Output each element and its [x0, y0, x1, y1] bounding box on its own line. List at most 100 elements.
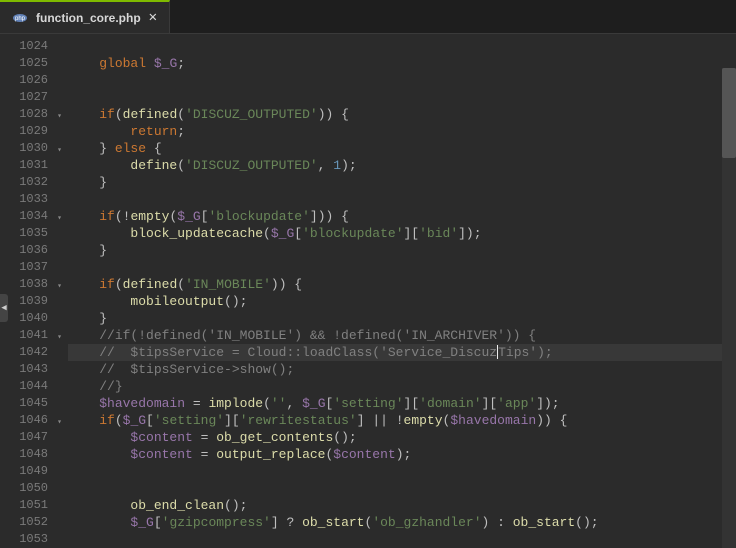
token: ,	[286, 396, 302, 411]
code-line[interactable]: block_updatecache($_G['blockupdate']['bi…	[68, 225, 736, 242]
token	[146, 56, 154, 71]
file-tab[interactable]: php function_core.php ✕	[0, 0, 170, 33]
token: $content	[130, 447, 192, 462]
code-line[interactable]: }	[68, 174, 736, 191]
token: $_G	[123, 413, 146, 428]
code-area[interactable]: global $_G; if(defined('DISCUZ_OUTPUTED'…	[68, 34, 736, 548]
token	[68, 158, 130, 173]
php-file-icon: php	[12, 10, 28, 26]
token: $havedomain	[450, 413, 536, 428]
token: (	[263, 396, 271, 411]
token: 'blockupdate'	[302, 226, 403, 241]
code-line[interactable]	[68, 531, 736, 548]
code-line[interactable]: if(!empty($_G['blockupdate'])) {	[68, 208, 736, 225]
code-line[interactable]: $_G['gzipcompress'] ? ob_start('ob_gzhan…	[68, 514, 736, 531]
panel-collapse-handle[interactable]: ◀	[0, 294, 8, 322]
token: )) {	[318, 107, 349, 122]
code-line[interactable]: return;	[68, 123, 736, 140]
code-line[interactable]: global $_G;	[68, 55, 736, 72]
code-line[interactable]: define('DISCUZ_OUTPUTED', 1);	[68, 157, 736, 174]
token: $_G	[130, 515, 153, 530]
token: {	[146, 141, 162, 156]
tab-bar: php function_core.php ✕	[0, 0, 736, 34]
token: $content	[333, 447, 395, 462]
token	[68, 277, 99, 292]
code-line[interactable]	[68, 463, 736, 480]
code-line[interactable]	[68, 480, 736, 497]
token: 'rewritestatus'	[240, 413, 357, 428]
token: ][	[404, 396, 420, 411]
token: ,	[318, 158, 334, 173]
code-line[interactable]: // $tipsService->show();	[68, 361, 736, 378]
line-number: 1051	[0, 497, 68, 514]
token: ''	[271, 396, 287, 411]
token: [	[294, 226, 302, 241]
code-line[interactable]: if(defined('IN_MOBILE')) {	[68, 276, 736, 293]
line-number: 1029	[0, 123, 68, 140]
code-line[interactable]	[68, 72, 736, 89]
code-line[interactable]	[68, 191, 736, 208]
token: return	[130, 124, 177, 139]
line-number: 1041▾	[0, 327, 68, 344]
token: 'blockupdate'	[208, 209, 309, 224]
code-line[interactable]: //}	[68, 378, 736, 395]
line-number: 1025	[0, 55, 68, 72]
token	[68, 226, 130, 241]
code-line[interactable]: //if(!defined('IN_MOBILE') && !defined('…	[68, 327, 736, 344]
line-number: 1048	[0, 446, 68, 463]
token	[68, 362, 99, 377]
token: ] || !	[357, 413, 404, 428]
token: =	[185, 396, 208, 411]
token: // $tipsService->show();	[99, 362, 294, 377]
token: defined	[123, 277, 178, 292]
code-line[interactable]: ob_end_clean();	[68, 497, 736, 514]
code-line[interactable]: $havedomain = implode('', $_G['setting']…	[68, 395, 736, 412]
line-number: 1035	[0, 225, 68, 242]
token	[68, 328, 99, 343]
code-line[interactable]: }	[68, 242, 736, 259]
code-line[interactable]: } else {	[68, 140, 736, 157]
token: if	[99, 277, 115, 292]
line-number: 1033	[0, 191, 68, 208]
token: //}	[99, 379, 122, 394]
token: $_G	[154, 56, 177, 71]
close-icon[interactable]: ✕	[149, 9, 157, 26]
token: }	[68, 311, 107, 326]
token: $_G	[302, 396, 325, 411]
token: mobileoutput	[130, 294, 224, 309]
token: ;	[177, 124, 185, 139]
code-line[interactable]: if($_G['setting']['rewritestatus'] || !e…	[68, 412, 736, 429]
line-number: 1052	[0, 514, 68, 531]
token: 'IN_MOBILE'	[185, 277, 271, 292]
code-line[interactable]: $content = ob_get_contents();	[68, 429, 736, 446]
code-line[interactable]: }	[68, 310, 736, 327]
code-line[interactable]: mobileoutput();	[68, 293, 736, 310]
token: else	[115, 141, 146, 156]
token: define	[130, 158, 177, 173]
token: 'ob_gzhandler'	[372, 515, 481, 530]
token	[68, 413, 99, 428]
code-line[interactable]: $content = output_replace($content);	[68, 446, 736, 463]
line-number: 1046▾	[0, 412, 68, 429]
line-number: 1037	[0, 259, 68, 276]
token: 'gzipcompress'	[162, 515, 271, 530]
token: }	[68, 243, 107, 258]
token	[68, 124, 130, 139]
code-line[interactable]: if(defined('DISCUZ_OUTPUTED')) {	[68, 106, 736, 123]
code-line[interactable]	[68, 38, 736, 55]
token: empty	[404, 413, 443, 428]
code-line[interactable]	[68, 259, 736, 276]
token: (!	[115, 209, 131, 224]
svg-text:php: php	[15, 16, 26, 22]
code-line[interactable]	[68, 89, 736, 106]
token: (	[177, 277, 185, 292]
token: // $tipsService = Cloud::loadClass('Serv…	[99, 345, 497, 360]
vertical-scrollbar[interactable]	[722, 68, 736, 548]
token: $_G	[177, 209, 200, 224]
line-number: 1036	[0, 242, 68, 259]
code-line[interactable]: // $tipsService = Cloud::loadClass('Serv…	[68, 344, 736, 361]
token: 'setting'	[154, 413, 224, 428]
editor: 10241025102610271028▾10291030▾1031103210…	[0, 34, 736, 548]
scrollbar-thumb[interactable]	[722, 68, 736, 158]
token: $_G	[271, 226, 294, 241]
